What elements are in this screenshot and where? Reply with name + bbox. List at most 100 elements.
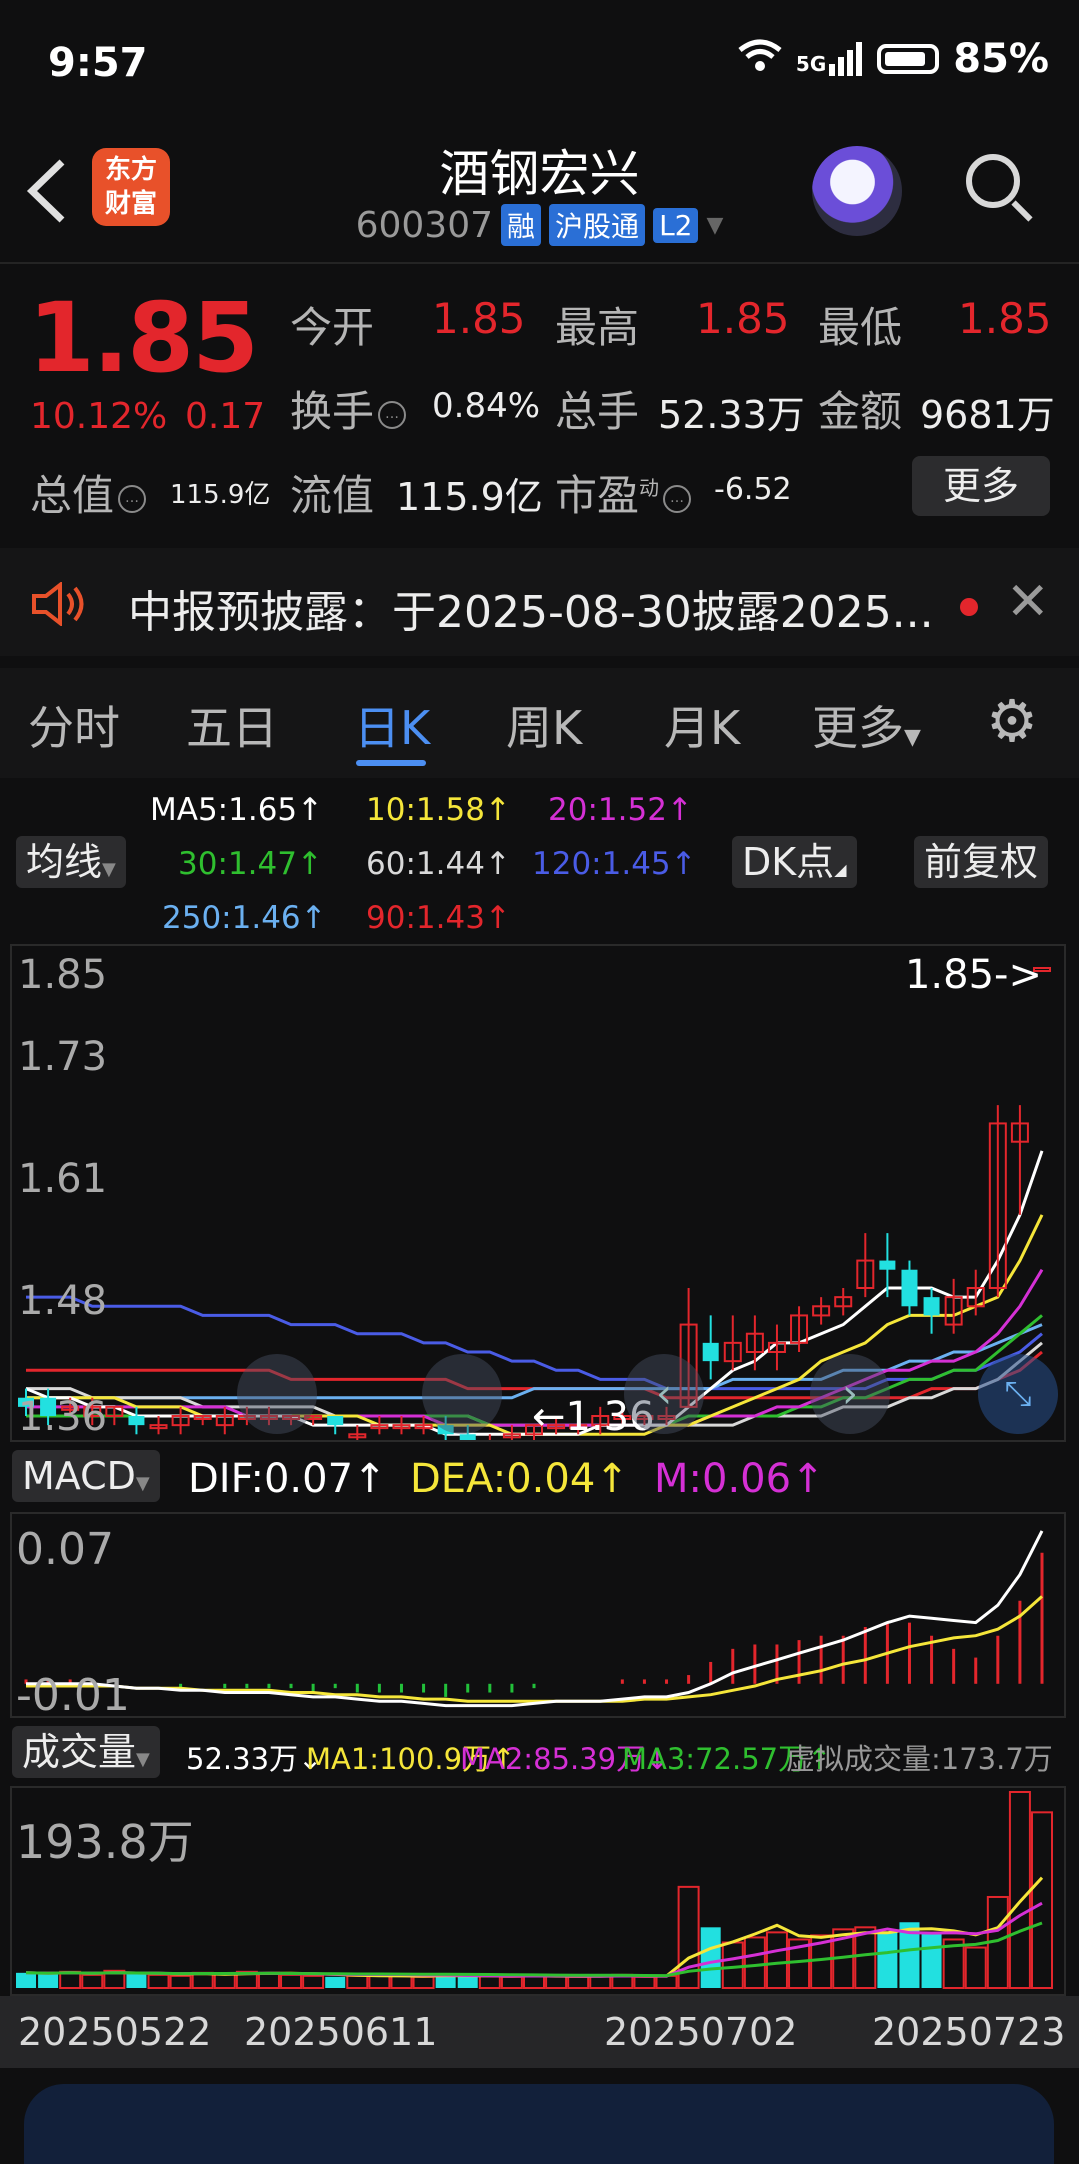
volume-selector-label: 成交量 bbox=[22, 1730, 137, 1774]
volume-bar bbox=[457, 1975, 478, 1988]
volume-bar bbox=[325, 1976, 346, 1988]
candle-body bbox=[327, 1416, 344, 1426]
info-icon: … bbox=[118, 484, 147, 513]
bottom-banner[interactable] bbox=[24, 2084, 1054, 2164]
chevron-right-icon[interactable]: › bbox=[810, 1354, 890, 1434]
volume-label: 总手 bbox=[555, 387, 640, 436]
tab-more[interactable]: 更多▼ bbox=[812, 692, 921, 758]
caret-down-icon: ▼ bbox=[136, 1749, 150, 1770]
vol-virtual: 虚拟成交量:173.7万 bbox=[786, 1742, 1053, 1776]
candle-body bbox=[923, 1297, 940, 1316]
zoom-out-button[interactable] bbox=[237, 1354, 317, 1434]
last-price: 1.85 bbox=[28, 282, 259, 394]
turnover-label[interactable]: 换手… bbox=[290, 378, 410, 439]
pe-label[interactable]: 市盈动… bbox=[555, 462, 695, 523]
tab-intraday[interactable]: 分时 bbox=[28, 692, 120, 758]
turnover-value: 0.84% bbox=[432, 386, 541, 426]
chevron-down-icon: ▼ bbox=[706, 212, 724, 238]
macd-chart[interactable]: 0.07 -0.01 bbox=[10, 1512, 1066, 1721]
mktcap-label[interactable]: 总值… bbox=[30, 462, 150, 523]
notice-bar[interactable]: 中报预披露：于2025-08-30披露2025... ✕ bbox=[0, 548, 1079, 656]
stock-subline[interactable]: 600307 融 沪股通 L2 ▼ bbox=[0, 204, 1079, 246]
pe-dynamic-mark: 动 bbox=[639, 476, 660, 500]
macd-selector-label: MACD bbox=[22, 1454, 136, 1498]
macd-dea: DEA:0.04↑ bbox=[410, 1456, 629, 1502]
ma30-value: 30:1.47↑ bbox=[178, 846, 323, 882]
y-label-bottom: 1.36 bbox=[18, 1394, 108, 1440]
assistant-avatar[interactable] bbox=[812, 146, 902, 236]
ma-selector[interactable]: 均线▼ bbox=[16, 836, 126, 888]
high-value: 1.85 bbox=[696, 294, 790, 343]
speaker-icon bbox=[30, 580, 90, 628]
status-bar: 9:57 5G 85% bbox=[0, 0, 1079, 120]
amount-label: 金额 bbox=[818, 387, 903, 436]
dk-point-button[interactable]: DK点◢ bbox=[732, 836, 857, 888]
period-tabs: 分时 五日 日K 周K 月K 更多▼ ⚙ bbox=[0, 668, 1079, 778]
active-tab-indicator bbox=[356, 760, 426, 766]
turnover-label-text: 换手 bbox=[290, 387, 375, 436]
tab-monthly-k[interactable]: 月K bbox=[664, 692, 740, 758]
kline-chart[interactable]: 1.85 1.73 1.61 1.48 1.36 1.85-> ←1.36 ‹ … bbox=[10, 944, 1066, 1442]
volume-bar bbox=[743, 1936, 766, 1989]
ma120-line bbox=[26, 1295, 1043, 1391]
macd-selector[interactable]: MACD▼ bbox=[12, 1450, 160, 1502]
open-value: 1.85 bbox=[432, 294, 526, 343]
volume-bar bbox=[655, 1974, 678, 1989]
volume-bar bbox=[38, 1973, 59, 1988]
divider bbox=[0, 262, 1079, 264]
signal-icon: 5G bbox=[796, 42, 863, 76]
dk-label: DK点 bbox=[742, 840, 835, 884]
tab-daily-k[interactable]: 日K bbox=[354, 692, 430, 758]
tag-l2: L2 bbox=[653, 207, 699, 243]
zoom-in-button[interactable] bbox=[422, 1354, 502, 1434]
pe-value: -6.52 bbox=[714, 472, 792, 507]
wifi-icon bbox=[738, 36, 782, 82]
macd-svg bbox=[24, 1530, 1044, 1708]
battery-percent: 85% bbox=[953, 36, 1049, 82]
search-icon[interactable] bbox=[966, 154, 1020, 208]
date-label-4: 20250723 bbox=[872, 2010, 1066, 2054]
tab-five-day[interactable]: 五日 bbox=[186, 692, 278, 758]
volume-bar bbox=[765, 1931, 788, 1989]
vol-today: 52.33万↓ bbox=[186, 1742, 323, 1776]
volume-bar bbox=[545, 1974, 568, 1989]
volume-selector[interactable]: 成交量▼ bbox=[12, 1726, 160, 1778]
low-value: 1.85 bbox=[958, 294, 1052, 343]
caret-down-icon: ▼ bbox=[135, 1473, 150, 1494]
float-value: 115.9亿 bbox=[396, 475, 543, 519]
adjust-button[interactable]: 前复权 bbox=[914, 836, 1049, 888]
status-right: 5G 85% bbox=[738, 36, 1049, 82]
tab-more-label: 更多 bbox=[812, 701, 904, 755]
macd-m: M:0.06↑ bbox=[654, 1456, 825, 1502]
volume-bar bbox=[478, 1974, 501, 1989]
candle-body bbox=[702, 1342, 719, 1362]
date-label-2: 20250611 bbox=[244, 2010, 438, 2054]
vol-y-top: 193.8万 bbox=[16, 1815, 194, 1869]
status-time: 9:57 bbox=[48, 40, 148, 86]
tab-weekly-k[interactable]: 周K bbox=[506, 692, 582, 758]
caret-down-icon: ▼ bbox=[102, 859, 116, 880]
volume-bar bbox=[964, 1946, 987, 1990]
notice-text: 中报预披露：于2025-08-30披露2025... bbox=[128, 587, 934, 638]
volume-bar bbox=[302, 1974, 325, 1989]
more-quote-button[interactable]: 更多 bbox=[912, 456, 1050, 516]
candle-body bbox=[879, 1260, 896, 1270]
stock-name: 酒钢宏兴 bbox=[439, 145, 640, 203]
info-icon: … bbox=[378, 400, 407, 429]
close-icon[interactable]: ✕ bbox=[1006, 572, 1050, 632]
date-label-3: 20250702 bbox=[604, 2010, 798, 2054]
gear-icon[interactable]: ⚙ bbox=[986, 692, 1038, 750]
kline-svg bbox=[18, 967, 1051, 1440]
battery-icon bbox=[877, 44, 940, 74]
volume-bar bbox=[500, 1975, 523, 1989]
ma90-value: 90:1.43↑ bbox=[366, 900, 511, 936]
ma120-value: 120:1.45↑ bbox=[532, 846, 697, 882]
chevron-left-icon[interactable]: ‹ bbox=[624, 1354, 704, 1434]
fullscreen-icon[interactable]: ⤡ bbox=[978, 1354, 1058, 1434]
volume-bar bbox=[126, 1973, 147, 1988]
network-type: 5G bbox=[795, 52, 827, 76]
float-label: 流值 bbox=[290, 471, 375, 520]
volume-chart[interactable]: 193.8万 bbox=[10, 1786, 1066, 1996]
volume-bar bbox=[16, 1972, 36, 1988]
open-label: 今开 bbox=[290, 303, 375, 352]
